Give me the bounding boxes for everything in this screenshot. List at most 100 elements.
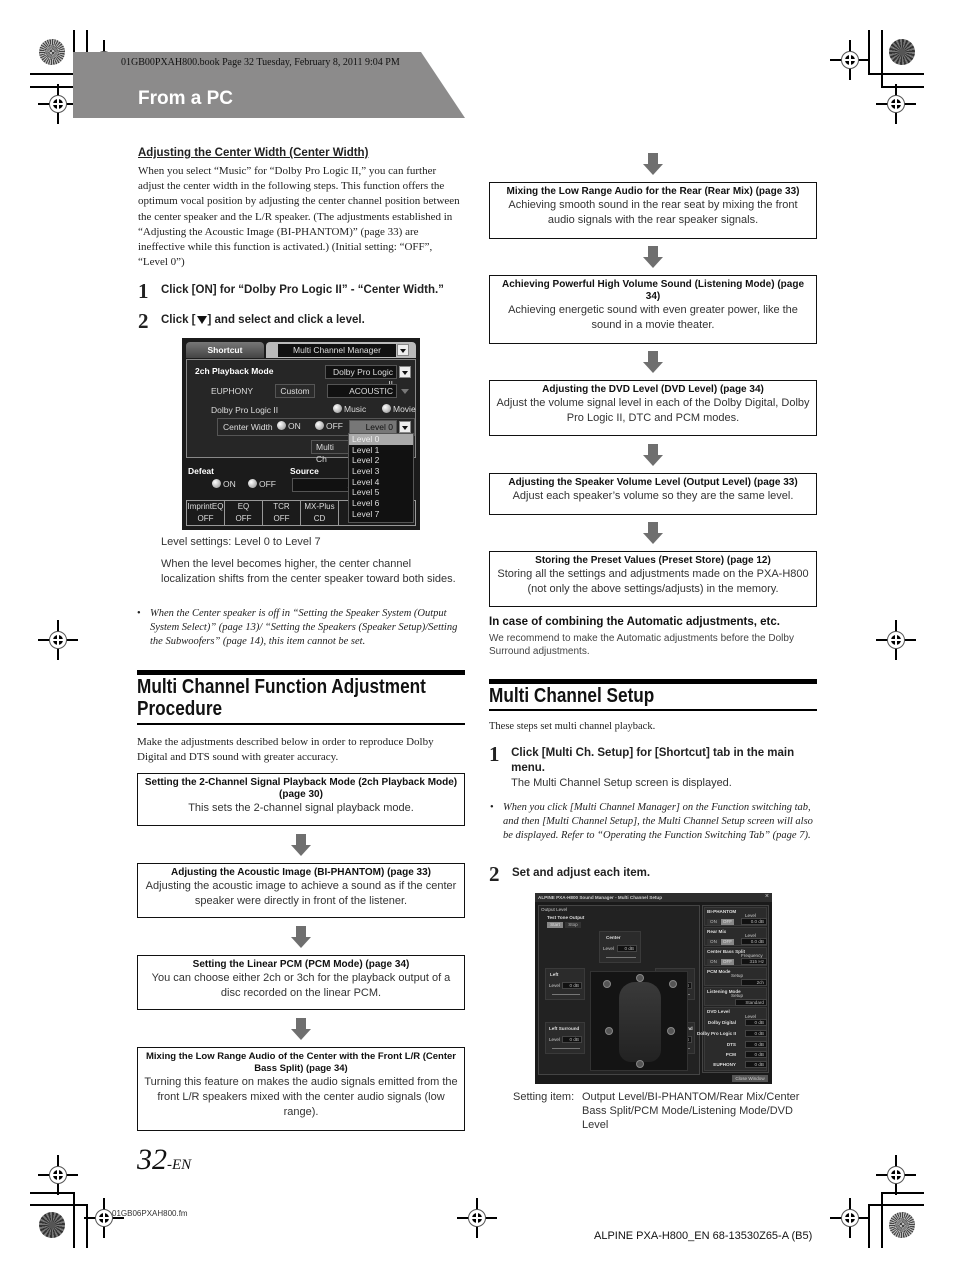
center-width-select[interactable]: Level 0 xyxy=(349,420,397,434)
tab-shortcut[interactable]: Shortcut xyxy=(186,342,264,358)
grid-header: ImprintEQ xyxy=(187,501,225,513)
euphony-custom-button[interactable]: Custom xyxy=(275,384,315,398)
flow-step-dvd-level: Adjusting the DVD Level (DVD Level) (pag… xyxy=(489,380,817,436)
flow-step-bi-phantom: Adjusting the Acoustic Image (BI-PHANTOM… xyxy=(137,863,465,918)
registration-mark-icon xyxy=(84,1198,124,1238)
h2-rule-top xyxy=(489,679,817,684)
close-icon[interactable]: × xyxy=(765,893,769,900)
dvd-row-name: EUPHONY xyxy=(713,1062,736,1067)
step-1: 1 Click [ON] for “Dolby Pro Logic II” - … xyxy=(138,281,468,302)
function-intro: Make the adjustments described below in … xyxy=(137,736,434,764)
close-window-button[interactable]: Close Window xyxy=(732,1075,768,1082)
manager-select[interactable]: Multi Channel Manager xyxy=(278,344,396,357)
level-slider[interactable] xyxy=(606,957,636,958)
listening-mode-box: Listening Mode Setup Standard xyxy=(704,987,767,1006)
flow-step-body: Turning this feature on makes the audio … xyxy=(144,1076,458,1118)
registration-disc-icon xyxy=(889,1212,915,1238)
car-body-icon xyxy=(619,982,661,1062)
rear-mix-off[interactable]: OFF xyxy=(721,939,734,945)
speaker-name: Left Surround xyxy=(549,1026,580,1031)
section-title: From a PC xyxy=(138,88,234,109)
test-start-button[interactable]: Start xyxy=(547,922,563,928)
speaker-icon xyxy=(669,980,677,988)
dvd-row-value[interactable]: 0 dB xyxy=(745,1061,767,1068)
dvd-row-value[interactable]: 0 dB xyxy=(745,1051,767,1058)
step-text: Click [ON] for “Dolby Pro Logic II” - “C… xyxy=(161,284,444,296)
flow-step-pcm-mode: Setting the Linear PCM (PCM Mode) (page … xyxy=(137,955,465,1010)
center-bass-split-off[interactable]: OFF xyxy=(721,959,734,965)
step-number: 2 xyxy=(489,862,500,886)
euphony-select[interactable]: ACOUSTIC xyxy=(327,384,397,398)
dpl-music-radio[interactable]: Music xyxy=(333,404,366,414)
bi-phantom-off[interactable]: OFF xyxy=(721,919,734,925)
level-option[interactable]: Level 3 xyxy=(349,466,413,477)
level-option[interactable]: Level 6 xyxy=(349,498,413,509)
step-text-before: Click [ xyxy=(161,314,196,326)
rear-mix-on[interactable]: ON xyxy=(707,939,720,945)
speaker-icon xyxy=(667,1027,675,1035)
flow-step-title: Setting the Linear PCM (PCM Mode) (page … xyxy=(192,959,410,970)
multi-ch-button[interactable]: Multi Ch xyxy=(311,440,351,464)
chevron-down-icon[interactable] xyxy=(399,366,411,378)
combine-body: We recommend to make the Automatic adjus… xyxy=(489,633,794,657)
page-number: 32-EN xyxy=(137,1143,191,1177)
chevron-down-icon[interactable] xyxy=(399,421,411,433)
dvd-row-value[interactable]: 0 dB xyxy=(745,1030,767,1037)
rear-mix-value[interactable]: 0.0 dB xyxy=(741,938,767,945)
speaker-center: Center Level 0 dB xyxy=(599,931,641,963)
dvd-row-name: PCM xyxy=(725,1052,736,1057)
pcm-mode-sub: Setup xyxy=(731,973,744,978)
level-option[interactable]: Level 5 xyxy=(349,487,413,498)
defeat-on-radio[interactable]: ON xyxy=(212,479,236,489)
level-slider[interactable] xyxy=(552,994,580,995)
step-text: Set and adjust each item. xyxy=(512,867,651,879)
registration-mark-icon xyxy=(876,620,916,660)
setting-item-value: Output Level/BI-PHANTOM/Rear Mix/Center … xyxy=(582,1091,800,1131)
pcm-mode-value[interactable]: 2ch xyxy=(741,979,767,986)
step-text: Click [Multi Ch. Setup] for [Shortcut] t… xyxy=(511,747,795,774)
speaker-level[interactable]: 0 dB xyxy=(617,945,637,952)
level-option[interactable]: Level 0 xyxy=(349,434,413,445)
bullet: • xyxy=(490,802,494,813)
setting-item-label: Setting item: xyxy=(513,1091,575,1103)
bi-phantom-box: BI-PHANTOM Level ON OFF 0.0 dB xyxy=(704,907,767,926)
dvd-row-value[interactable]: 0 dB xyxy=(745,1019,767,1026)
speaker-level[interactable]: 0 dB xyxy=(562,982,582,989)
level-option[interactable]: Level 1 xyxy=(349,445,413,456)
footer-file: 01GB06PXAH800.fm xyxy=(112,1209,188,1218)
chevron-down-icon[interactable] xyxy=(401,389,409,394)
bi-phantom-on[interactable]: ON xyxy=(707,919,720,925)
mode-select[interactable]: Dolby Pro Logic II xyxy=(325,365,397,389)
level-option[interactable]: Level 4 xyxy=(349,477,413,488)
speaker-icon xyxy=(603,980,611,988)
chevron-down-icon[interactable] xyxy=(397,344,409,356)
registration-mark-icon xyxy=(876,84,916,124)
grid-header: TCR xyxy=(263,501,301,513)
step-number: 2 xyxy=(138,309,149,333)
dvd-level-box: DVD Level Level Dolby Digital 0 dB Dolby… xyxy=(697,1007,767,1071)
setup-step-1: 1 Click [Multi Ch. Setup] for [Shortcut]… xyxy=(489,744,819,790)
dvd-row-value[interactable]: 0 dB xyxy=(745,1041,767,1048)
defeat-off-radio[interactable]: OFF xyxy=(248,479,276,489)
level-slider[interactable] xyxy=(552,1048,580,1049)
dpl-movie-radio[interactable]: Movie xyxy=(382,404,416,414)
listening-mode-value[interactable]: Standard xyxy=(735,999,767,1006)
speaker-level[interactable]: 0 dB xyxy=(562,1036,582,1043)
registration-disc-icon xyxy=(39,1212,65,1238)
center-width-off-radio[interactable]: OFF xyxy=(315,421,343,431)
center-bass-split-value[interactable]: 315 Hz xyxy=(741,958,767,965)
level-option[interactable]: Level 2 xyxy=(349,455,413,466)
test-stop-button[interactable]: Stop xyxy=(565,922,581,928)
bi-phantom-value[interactable]: 0.0 dB xyxy=(741,918,767,925)
center-bass-split-on[interactable]: ON xyxy=(707,959,720,965)
level-option[interactable]: Level 7 xyxy=(349,509,413,520)
registration-mark-icon xyxy=(830,1198,870,1238)
center-width-on-radio[interactable]: ON xyxy=(277,421,301,431)
manager-note: • When you click [Multi Channel Manager]… xyxy=(490,801,819,843)
registration-disc-icon xyxy=(39,39,65,65)
registration-mark-icon xyxy=(38,620,78,660)
h2-rule-bottom xyxy=(137,723,465,725)
step-text-after: ] and select and click a level. xyxy=(207,314,365,326)
level-label: Level xyxy=(549,1037,560,1042)
grid-value: OFF xyxy=(263,513,301,525)
